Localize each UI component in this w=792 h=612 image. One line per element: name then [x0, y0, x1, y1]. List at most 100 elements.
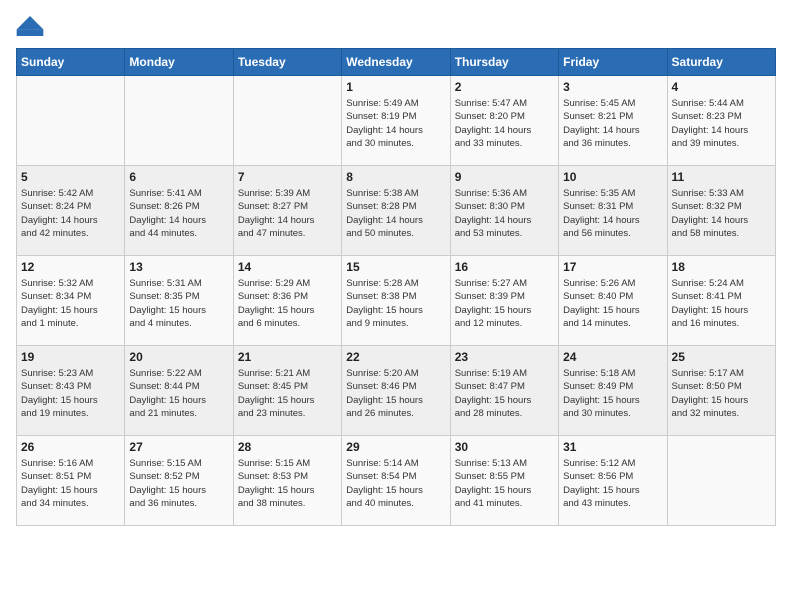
- day-number: 10: [563, 170, 662, 184]
- day-info: Sunrise: 5:42 AM Sunset: 8:24 PM Dayligh…: [21, 187, 120, 240]
- day-number: 29: [346, 440, 445, 454]
- day-number: 5: [21, 170, 120, 184]
- calendar-cell: [125, 76, 233, 166]
- calendar-week-row: 1 Sunrise: 5:49 AM Sunset: 8:19 PM Daylig…: [17, 76, 776, 166]
- calendar-cell: 10Sunrise: 5:35 AM Sunset: 8:31 PM Dayli…: [559, 166, 667, 256]
- day-info: Sunrise: 5:22 AM Sunset: 8:44 PM Dayligh…: [129, 367, 228, 420]
- day-info: Sunrise: 5:31 AM Sunset: 8:35 PM Dayligh…: [129, 277, 228, 330]
- header-sunday: Sunday: [17, 49, 125, 76]
- day-info: Sunrise: 5:18 AM Sunset: 8:49 PM Dayligh…: [563, 367, 662, 420]
- day-info: Sunrise: 5:19 AM Sunset: 8:47 PM Dayligh…: [455, 367, 554, 420]
- day-info: Sunrise: 5:17 AM Sunset: 8:50 PM Dayligh…: [672, 367, 771, 420]
- day-info: Sunrise: 5:23 AM Sunset: 8:43 PM Dayligh…: [21, 367, 120, 420]
- day-info: Sunrise: 5:36 AM Sunset: 8:30 PM Dayligh…: [455, 187, 554, 240]
- day-number: 8: [346, 170, 445, 184]
- header-wednesday: Wednesday: [342, 49, 450, 76]
- day-number: 31: [563, 440, 662, 454]
- calendar-cell: 22 Sunrise: 5:20 AM Sunset: 8:46 PM Dayli…: [342, 346, 450, 436]
- calendar-week-row: 12 Sunrise: 5:32 AM Sunset: 8:34 PM Dayli…: [17, 256, 776, 346]
- day-number: 6: [129, 170, 228, 184]
- calendar-cell: 12 Sunrise: 5:32 AM Sunset: 8:34 PM Dayli…: [17, 256, 125, 346]
- day-number: 2: [455, 80, 554, 94]
- day-number: 15: [346, 260, 445, 274]
- page-header: [16, 16, 776, 36]
- calendar-cell: 7 Sunrise: 5:39 AM Sunset: 8:27 PM Daylig…: [233, 166, 341, 256]
- calendar-table: SundayMondayTuesdayWednesdayThursdayFrid…: [16, 48, 776, 526]
- day-info: Sunrise: 5:44 AM Sunset: 8:23 PM Dayligh…: [672, 97, 771, 150]
- day-number: 1: [346, 80, 445, 94]
- day-number: 12: [21, 260, 120, 274]
- day-number: 3: [563, 80, 662, 94]
- day-number: 24: [563, 350, 662, 364]
- day-info: Sunrise: 5:14 AM Sunset: 8:54 PM Dayligh…: [346, 457, 445, 510]
- calendar-cell: 1 Sunrise: 5:49 AM Sunset: 8:19 PM Daylig…: [342, 76, 450, 166]
- day-info: Sunrise: 5:32 AM Sunset: 8:34 PM Dayligh…: [21, 277, 120, 330]
- calendar-week-row: 19 Sunrise: 5:23 AM Sunset: 8:43 PM Dayli…: [17, 346, 776, 436]
- day-info: Sunrise: 5:15 AM Sunset: 8:53 PM Dayligh…: [238, 457, 337, 510]
- day-number: 20: [129, 350, 228, 364]
- day-number: 7: [238, 170, 337, 184]
- day-number: 21: [238, 350, 337, 364]
- calendar-cell: 25 Sunrise: 5:17 AM Sunset: 8:50 PM Dayli…: [667, 346, 775, 436]
- calendar-cell: 27 Sunrise: 5:15 AM Sunset: 8:52 PM Dayli…: [125, 436, 233, 526]
- day-number: 23: [455, 350, 554, 364]
- calendar-cell: 24 Sunrise: 5:18 AM Sunset: 8:49 PM Dayli…: [559, 346, 667, 436]
- calendar-cell: 16Sunrise: 5:27 AM Sunset: 8:39 PM Dayli…: [450, 256, 558, 346]
- day-number: 25: [672, 350, 771, 364]
- calendar-cell: 8 Sunrise: 5:38 AM Sunset: 8:28 PM Daylig…: [342, 166, 450, 256]
- day-info: Sunrise: 5:29 AM Sunset: 8:36 PM Dayligh…: [238, 277, 337, 330]
- day-number: 26: [21, 440, 120, 454]
- day-number: 18: [672, 260, 771, 274]
- day-info: Sunrise: 5:47 AM Sunset: 8:20 PM Dayligh…: [455, 97, 554, 150]
- header-thursday: Thursday: [450, 49, 558, 76]
- calendar-cell: 4Sunrise: 5:44 AM Sunset: 8:23 PM Daylig…: [667, 76, 775, 166]
- calendar-cell: 6 Sunrise: 5:41 AM Sunset: 8:26 PM Daylig…: [125, 166, 233, 256]
- calendar-cell: 18 Sunrise: 5:24 AM Sunset: 8:41 PM Dayli…: [667, 256, 775, 346]
- calendar-cell: 21 Sunrise: 5:21 AM Sunset: 8:45 PM Dayli…: [233, 346, 341, 436]
- logo-icon: [16, 16, 44, 36]
- day-info: Sunrise: 5:21 AM Sunset: 8:45 PM Dayligh…: [238, 367, 337, 420]
- calendar-cell: 11Sunrise: 5:33 AM Sunset: 8:32 PM Dayli…: [667, 166, 775, 256]
- day-number: 27: [129, 440, 228, 454]
- day-info: Sunrise: 5:15 AM Sunset: 8:52 PM Dayligh…: [129, 457, 228, 510]
- calendar-cell: 29 Sunrise: 5:14 AM Sunset: 8:54 PM Dayli…: [342, 436, 450, 526]
- calendar-cell: 2 Sunrise: 5:47 AM Sunset: 8:20 PM Daylig…: [450, 76, 558, 166]
- day-number: 19: [21, 350, 120, 364]
- day-info: Sunrise: 5:49 AM Sunset: 8:19 PM Dayligh…: [346, 97, 445, 150]
- calendar-cell: 14 Sunrise: 5:29 AM Sunset: 8:36 PM Dayli…: [233, 256, 341, 346]
- day-info: Sunrise: 5:45 AM Sunset: 8:21 PM Dayligh…: [563, 97, 662, 150]
- day-info: Sunrise: 5:24 AM Sunset: 8:41 PM Dayligh…: [672, 277, 771, 330]
- day-info: Sunrise: 5:38 AM Sunset: 8:28 PM Dayligh…: [346, 187, 445, 240]
- calendar-cell: 31 Sunrise: 5:12 AM Sunset: 8:56 PM Dayli…: [559, 436, 667, 526]
- day-info: Sunrise: 5:27 AM Sunset: 8:39 PM Dayligh…: [455, 277, 554, 330]
- day-info: Sunrise: 5:20 AM Sunset: 8:46 PM Dayligh…: [346, 367, 445, 420]
- day-info: Sunrise: 5:39 AM Sunset: 8:27 PM Dayligh…: [238, 187, 337, 240]
- day-number: 17: [563, 260, 662, 274]
- calendar-cell: [667, 436, 775, 526]
- day-info: Sunrise: 5:13 AM Sunset: 8:55 PM Dayligh…: [455, 457, 554, 510]
- day-number: 14: [238, 260, 337, 274]
- day-number: 13: [129, 260, 228, 274]
- calendar-cell: 30 Sunrise: 5:13 AM Sunset: 8:55 PM Dayli…: [450, 436, 558, 526]
- logo: [16, 16, 48, 36]
- calendar-week-row: 26 Sunrise: 5:16 AM Sunset: 8:51 PM Dayli…: [17, 436, 776, 526]
- calendar-cell: 17 Sunrise: 5:26 AM Sunset: 8:40 PM Dayli…: [559, 256, 667, 346]
- day-info: Sunrise: 5:26 AM Sunset: 8:40 PM Dayligh…: [563, 277, 662, 330]
- calendar-cell: 23 Sunrise: 5:19 AM Sunset: 8:47 PM Dayli…: [450, 346, 558, 436]
- day-info: Sunrise: 5:41 AM Sunset: 8:26 PM Dayligh…: [129, 187, 228, 240]
- day-info: Sunrise: 5:12 AM Sunset: 8:56 PM Dayligh…: [563, 457, 662, 510]
- calendar-cell: 3 Sunrise: 5:45 AM Sunset: 8:21 PM Daylig…: [559, 76, 667, 166]
- calendar-cell: 9Sunrise: 5:36 AM Sunset: 8:30 PM Daylig…: [450, 166, 558, 256]
- calendar-cell: 26 Sunrise: 5:16 AM Sunset: 8:51 PM Dayli…: [17, 436, 125, 526]
- calendar-cell: [17, 76, 125, 166]
- day-info: Sunrise: 5:16 AM Sunset: 8:51 PM Dayligh…: [21, 457, 120, 510]
- header-saturday: Saturday: [667, 49, 775, 76]
- calendar-cell: 5 Sunrise: 5:42 AM Sunset: 8:24 PM Daylig…: [17, 166, 125, 256]
- calendar-cell: 13 Sunrise: 5:31 AM Sunset: 8:35 PM Dayli…: [125, 256, 233, 346]
- header-tuesday: Tuesday: [233, 49, 341, 76]
- calendar-cell: 20 Sunrise: 5:22 AM Sunset: 8:44 PM Dayli…: [125, 346, 233, 436]
- calendar-cell: 19 Sunrise: 5:23 AM Sunset: 8:43 PM Dayli…: [17, 346, 125, 436]
- day-number: 30: [455, 440, 554, 454]
- day-number: 22: [346, 350, 445, 364]
- calendar-header-row: SundayMondayTuesdayWednesdayThursdayFrid…: [17, 49, 776, 76]
